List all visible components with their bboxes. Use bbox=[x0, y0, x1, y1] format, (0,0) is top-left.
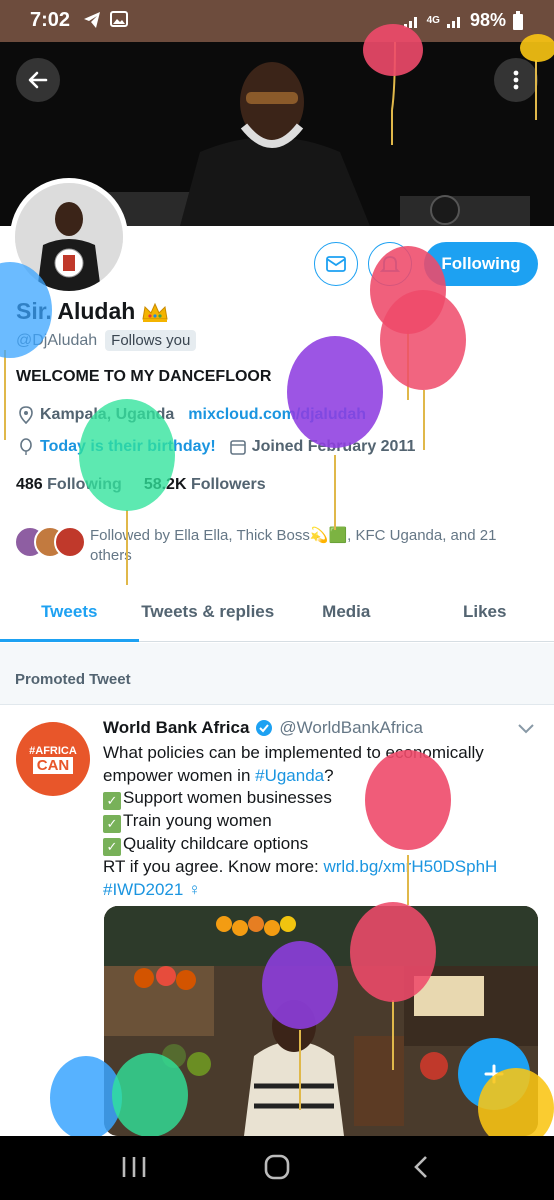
location-text: Kampala, Uganda bbox=[40, 406, 175, 423]
mail-icon bbox=[326, 256, 346, 272]
birthday-item: Today is their birthday! bbox=[18, 438, 216, 456]
android-nav-bar bbox=[0, 1136, 554, 1200]
promoted-label: Promoted Tweet bbox=[15, 671, 131, 688]
followers-count-link[interactable]: 58.2K Followers bbox=[144, 476, 266, 494]
message-button[interactable] bbox=[314, 242, 358, 286]
follows-you-badge: Follows you bbox=[105, 330, 197, 351]
home-button[interactable] bbox=[263, 1154, 291, 1185]
follow-counts: 486 Following 58.2K Followers bbox=[16, 476, 266, 494]
tweet-line-2-end: ? bbox=[324, 765, 334, 785]
balloon-yellow bbox=[478, 1068, 554, 1136]
check-mark-icon: ✓ bbox=[103, 838, 121, 856]
status-right: 4G 98% bbox=[403, 10, 524, 31]
tweet-line-2: empower women in #Uganda? bbox=[103, 765, 533, 788]
calendar-icon bbox=[229, 440, 246, 455]
home-icon bbox=[264, 1154, 290, 1180]
tweet-header: World Bank Africa @WorldBankAfrica bbox=[103, 718, 423, 738]
avatar-line-1: #AFRICA bbox=[29, 744, 77, 757]
meta-row-location: Kampala, Uganda mixcloud.com/djaludah bbox=[18, 406, 380, 424]
following-count-link[interactable]: 486 Following bbox=[16, 476, 122, 494]
following-count: 486 bbox=[16, 476, 43, 493]
profile-actions: Following bbox=[0, 242, 554, 286]
meta-row-birthday: Today is their birthday! Joined February… bbox=[18, 438, 429, 456]
tweet-link[interactable]: wrld.bg/xmrH50DSphH bbox=[323, 857, 497, 876]
location-pin-icon bbox=[19, 406, 33, 424]
female-symbol: ♀ bbox=[188, 879, 201, 899]
tweet-line-5: ✓ Quality childcare options bbox=[103, 833, 533, 856]
signal-icon-2 bbox=[446, 16, 460, 28]
balloon-purple bbox=[287, 336, 383, 530]
followers-label: Followers bbox=[190, 476, 266, 493]
more-options-button[interactable] bbox=[494, 58, 538, 102]
promoted-header: Promoted Tweet bbox=[0, 643, 554, 705]
tab-likes[interactable]: Likes bbox=[416, 590, 554, 641]
tweet-line-3: ✓ Support women businesses bbox=[103, 787, 533, 810]
tweet-line-4-text: Train young women bbox=[123, 811, 272, 830]
following-label: Following bbox=[47, 476, 122, 493]
birthday-text: Today is their birthday! bbox=[40, 438, 216, 455]
tweet-line-6: RT if you agree. Know more: wrld.bg/xmrH… bbox=[103, 856, 533, 879]
profile-name: Sir. Aludah bbox=[16, 298, 169, 325]
display-name: Sir. Aludah bbox=[16, 298, 136, 324]
status-left-icons bbox=[82, 10, 128, 30]
following-button[interactable]: Following bbox=[424, 242, 538, 286]
hashtag-uganda[interactable]: #Uganda bbox=[255, 766, 324, 785]
tweet-line-4: ✓ Train young women bbox=[103, 810, 533, 833]
website-link[interactable]: mixcloud.com/djaludah bbox=[188, 406, 366, 424]
tweet-author-avatar[interactable]: #AFRICA CAN bbox=[16, 722, 90, 796]
bell-icon bbox=[379, 256, 401, 272]
recent-apps-button[interactable] bbox=[120, 1154, 148, 1185]
tweet-author-handle: @WorldBankAfrica bbox=[279, 718, 423, 737]
tweet-line-2-text: empower women in bbox=[103, 765, 256, 785]
tab-tweets-replies[interactable]: Tweets & replies bbox=[139, 590, 278, 641]
followed-by-text: Followed by Ella Ella, Thick Boss💫🟩, KFC… bbox=[90, 527, 497, 564]
hashtag-iwd2021[interactable]: #IWD2021 bbox=[103, 880, 183, 899]
mutual-avatars bbox=[14, 526, 86, 560]
back-nav-button[interactable] bbox=[410, 1154, 434, 1185]
verified-badge-icon bbox=[256, 720, 273, 736]
notifications-button[interactable] bbox=[368, 242, 412, 286]
tweet-text: What policies can be implemented to econ… bbox=[103, 742, 533, 901]
recent-apps-icon bbox=[122, 1157, 146, 1177]
tweet-line-3-text: Support women businesses bbox=[123, 788, 332, 807]
followers-count: 58.2K bbox=[143, 476, 187, 493]
signal-icon bbox=[403, 16, 417, 28]
followed-by[interactable]: Followed by Ella Ella, Thick Boss💫🟩, KFC… bbox=[14, 526, 534, 566]
location-item: Kampala, Uganda bbox=[18, 406, 174, 424]
more-vertical-icon bbox=[513, 70, 519, 90]
tweet-line-1: What policies can be implemented to econ… bbox=[103, 743, 484, 762]
tab-tweets[interactable]: Tweets bbox=[0, 590, 139, 642]
tweet-line-6-text: RT if you agree. Know more: bbox=[103, 857, 324, 876]
chevron-down-icon bbox=[518, 724, 534, 734]
tweet-line-5-text: Quality childcare options bbox=[123, 834, 309, 853]
crown-icon bbox=[142, 302, 168, 322]
handle-row: @DjAludah Follows you bbox=[16, 330, 197, 351]
balloon-icon bbox=[20, 438, 32, 455]
profile-tabs: Tweets Tweets & replies Media Likes bbox=[0, 590, 554, 642]
back-button[interactable] bbox=[16, 58, 60, 102]
avatar-line-2: CAN bbox=[32, 756, 74, 774]
joined-text: Joined February 2011 bbox=[251, 438, 416, 455]
status-time: 7:02 bbox=[30, 9, 71, 31]
tweet-menu-button[interactable] bbox=[516, 718, 536, 743]
mutual-avatar bbox=[54, 526, 86, 558]
arrow-left-icon bbox=[28, 71, 48, 89]
telegram-icon bbox=[84, 12, 100, 28]
profile-handle: @DjAludah bbox=[16, 331, 98, 349]
check-mark-icon: ✓ bbox=[103, 815, 121, 833]
battery-icon bbox=[513, 10, 523, 30]
check-mark-icon: ✓ bbox=[103, 792, 121, 810]
tweet-author-name[interactable]: World Bank Africa bbox=[103, 718, 249, 738]
balloon-red bbox=[380, 290, 466, 450]
tweet-line-7: #IWD2021 ♀ bbox=[103, 879, 533, 902]
battery-percent: 98% bbox=[469, 10, 506, 30]
tab-media[interactable]: Media bbox=[277, 590, 416, 641]
profile-bio: WELCOME TO MY DANCEFLOOR bbox=[16, 368, 272, 385]
back-chevron-icon bbox=[414, 1156, 427, 1178]
status-bar: 7:02 4G 98% bbox=[0, 0, 554, 42]
gallery-icon bbox=[110, 11, 128, 27]
network-type: 4G bbox=[426, 15, 440, 26]
joined-item: Joined February 2011 bbox=[229, 438, 416, 456]
